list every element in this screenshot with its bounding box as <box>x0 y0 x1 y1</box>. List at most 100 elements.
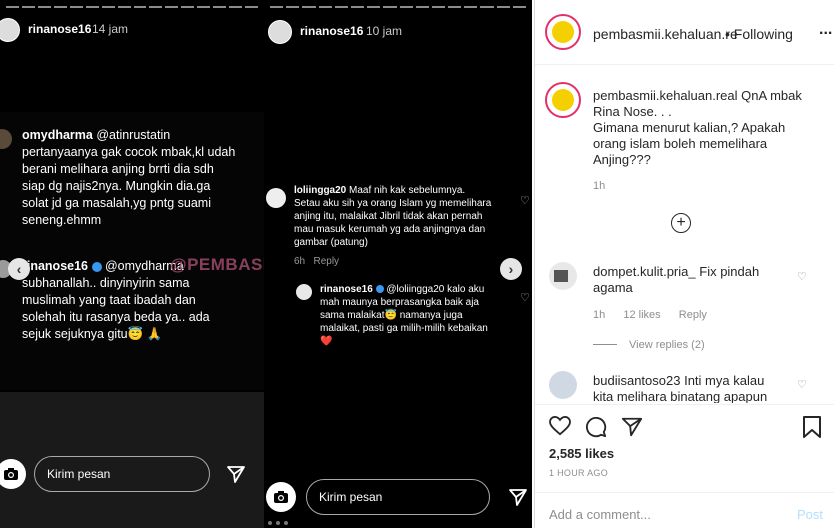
reply-link[interactable]: Reply <box>313 256 339 267</box>
comment-username: rinanose16 <box>320 284 373 295</box>
comment-line: subhanallah.. dinyinyirin sama <box>22 276 190 290</box>
comment-line: sama malaikat😇 namanya juga <box>320 310 463 321</box>
post-comment-button[interactable]: Post <box>797 507 823 522</box>
screenshot-comment-card: omydharma @atinrustatin pertanyaanya gak… <box>0 112 264 390</box>
previous-story-arrow-icon[interactable]: ‹ <box>8 258 30 280</box>
story-username[interactable]: rinanose16 <box>300 24 363 38</box>
caption-line: Gimana menurut kalian,? Apakah <box>593 120 786 135</box>
comment-text: agama <box>593 280 633 295</box>
comment-time: 1h <box>593 309 606 321</box>
heart-icon[interactable]: ♡ <box>520 291 530 304</box>
more-options-icon[interactable]: ... <box>819 22 832 38</box>
pagination-dots <box>268 521 288 525</box>
actions-divider <box>535 404 834 405</box>
comment-line: anjing itu, malaikat Jibril tidak akan p… <box>294 211 483 222</box>
send-message-input[interactable]: Kirim pesan <box>34 456 210 492</box>
comment-line: mau masuk kerumah yg ada anjingnya dan <box>294 224 486 235</box>
follow-status[interactable]: • Following <box>725 26 793 42</box>
comment-line: muslimah yang taat ibadah dan <box>22 293 196 307</box>
verified-icon <box>375 285 384 294</box>
save-bookmark-icon[interactable] <box>803 416 821 443</box>
reply-block: rinanose16 @loliingga20 kalo aku mah mau… <box>320 283 516 348</box>
commenter-avatar[interactable] <box>549 262 577 290</box>
comment-meta: 1h 12 likes Reply <box>593 307 707 323</box>
post-timestamp: 1 HOUR AGO <box>549 468 609 478</box>
story-panel-2: rinanose16 10 jam loliingga20 Maaf nih k… <box>264 0 532 528</box>
comment-username: omydharma <box>22 128 93 142</box>
add-comment-input[interactable]: Add a comment... <box>549 507 651 523</box>
comment-text: Inti mya kalau <box>684 373 765 388</box>
caption-line: QnA mbak <box>741 88 802 103</box>
avatar[interactable] <box>0 18 20 42</box>
caption: pembasmii.kehaluan.real QnA mbak Rina No… <box>593 88 823 168</box>
caption-username[interactable]: pembasmii.kehaluan.real <box>593 88 738 103</box>
reply-link[interactable]: Reply <box>679 309 707 321</box>
like-heart-icon[interactable] <box>549 415 571 441</box>
comment-mention: @loliingga20 <box>386 284 445 295</box>
replies-line <box>593 344 617 345</box>
comment-line: solehah itu rasanya beda ya.. ada <box>22 310 210 324</box>
load-more-comments-icon[interactable]: + <box>671 213 691 233</box>
comment-line: mah maunya berprasangka baik aja <box>320 297 479 308</box>
caption-avatar[interactable] <box>545 82 581 118</box>
story-time: 10 jam <box>366 24 403 38</box>
comment-line: Maaf nih kak sebelumnya. <box>349 185 466 196</box>
send-icon[interactable] <box>226 464 246 489</box>
story-username[interactable]: rinanose16 <box>28 22 91 36</box>
view-replies-link[interactable]: View replies (2) <box>629 337 705 353</box>
comment-bubble-icon[interactable] <box>585 416 607 443</box>
comment-line: malaikat, pasti ga milih-milih kebaikan <box>320 323 488 334</box>
account-username[interactable]: pembasmii.kehaluan.re <box>593 26 738 42</box>
comment-likes[interactable]: 12 likes <box>623 309 660 321</box>
comment-line: kalo aku <box>447 284 485 295</box>
comment-line: solat jd ga masalah,yg pntg suami <box>22 196 211 210</box>
avatar <box>0 129 12 149</box>
comment-username[interactable]: dompet.kulit.pria_ <box>593 264 696 279</box>
next-story-arrow-icon[interactable]: › <box>500 258 522 280</box>
comment-box-divider <box>535 492 834 493</box>
comment-like-heart-icon[interactable]: ♡ <box>797 378 807 391</box>
camera-icon <box>4 468 18 480</box>
avatar <box>296 284 312 300</box>
caption-line: Anjing??? <box>593 152 651 167</box>
comment-line: gambar (patung) <box>294 237 368 248</box>
caption-time: 1h <box>593 180 606 192</box>
comment-line: seneng.ehmm <box>22 213 102 227</box>
comment-body: dompet.kulit.pria_ Fix pindah agama <box>593 264 803 296</box>
comment-block: omydharma @atinrustatin pertanyaanya gak… <box>22 127 262 229</box>
comment-block: loliingga20 Maaf nih kak sebelumnya. Set… <box>294 184 514 268</box>
comment-text: Fix pindah <box>699 264 760 279</box>
avatar <box>266 188 286 208</box>
story-time: 14 jam <box>92 22 129 36</box>
header-divider <box>535 64 834 65</box>
send-icon[interactable] <box>508 487 528 512</box>
post-sidebar: pembasmii.kehaluan.re • Following ... pe… <box>534 0 834 528</box>
comment-line: pertanyaanya gak cocok mbak,kl udah <box>22 145 236 159</box>
comment-username[interactable]: budiisantoso23 <box>593 373 680 388</box>
story-progress-bar <box>270 6 526 8</box>
comment-line: siap dg najis2nya. Mungkin dia.ga <box>22 179 211 193</box>
comment-username: rinanose16 <box>22 259 89 273</box>
comment-username: loliingga20 <box>294 185 347 196</box>
comment-line: sejuk sejuknya gitu😇 🙏 <box>22 327 163 341</box>
commenter-avatar[interactable] <box>549 371 577 399</box>
like-count[interactable]: 2,585 likes <box>549 446 614 462</box>
avatar[interactable] <box>268 20 292 44</box>
share-send-icon[interactable] <box>621 416 643 443</box>
comment-mention: @atinrustatin <box>96 128 171 142</box>
send-message-input[interactable]: Kirim pesan <box>306 479 490 515</box>
comment-text: kita melihara binatang apapun <box>593 389 768 403</box>
caption-line: Rina Nose. . . <box>593 104 672 119</box>
comment-line: Setau aku sih ya orang Islam yg memeliha… <box>294 198 492 209</box>
heart-icon[interactable]: ♡ <box>520 194 530 207</box>
comment-line: ❤️ <box>320 336 333 347</box>
account-avatar[interactable] <box>545 14 581 50</box>
comment-body: budiisantoso23 Inti mya kalau kita melih… <box>593 373 803 403</box>
camera-button[interactable] <box>266 482 296 512</box>
comment-line: berani melihara anjing brrti dia sdh <box>22 162 214 176</box>
watermark-text: @PEMBASMI.KEHALUAN.REAL <box>170 255 264 274</box>
camera-icon <box>274 491 288 503</box>
caption-line: orang islam boleh memelihara <box>593 136 768 151</box>
story-panel-1: rinanose16 14 jam omydharma @atinrustati… <box>0 0 264 528</box>
comment-like-heart-icon[interactable]: ♡ <box>797 270 807 283</box>
